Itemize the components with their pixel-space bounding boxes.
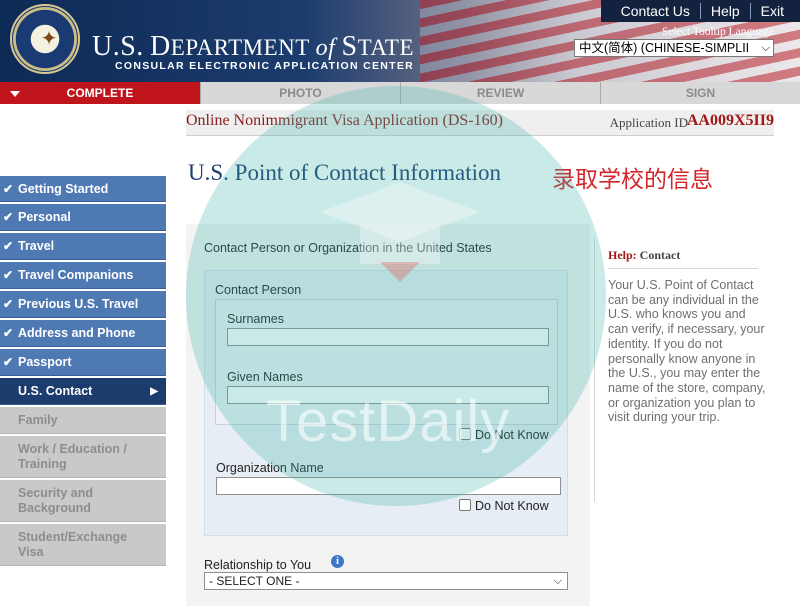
- tab-sign[interactable]: SIGN: [600, 82, 800, 104]
- do-not-know-label-contact: Do Not Know: [475, 428, 549, 442]
- contact-fieldset: Contact Person Surnames Given Names Do N…: [204, 270, 568, 536]
- site-header: ✦ U.S. DEPARTMENT of STATE CONSULAR ELEC…: [0, 0, 800, 82]
- department-seal-logo: ✦: [10, 4, 80, 74]
- application-id-value: AA009X5II9: [686, 112, 774, 129]
- checkmark-icon: ✔: [3, 268, 14, 282]
- tab-review[interactable]: REVIEW: [400, 82, 600, 104]
- organization-name-input[interactable]: [216, 477, 561, 495]
- triangle-down-icon: [10, 91, 20, 97]
- sidebar-item-us-contact[interactable]: U.S. Contact ▶: [0, 378, 166, 405]
- progress-tabs: COMPLETE PHOTO REVIEW SIGN: [0, 82, 800, 104]
- help-heading-prefix: Help:: [608, 248, 637, 262]
- page-title: U.S. Point of Contact Information: [188, 160, 502, 185]
- checkmark-icon: ✔: [3, 297, 14, 311]
- sidebar-item-label: Travel: [18, 239, 55, 253]
- surnames-label: Surnames: [227, 312, 284, 326]
- application-strip: Online Nonimmigrant Visa Application (DS…: [186, 110, 774, 136]
- sidebar-item-label: Security and Background: [18, 485, 94, 515]
- tab-complete[interactable]: COMPLETE: [0, 82, 200, 104]
- sidebar-item-passport[interactable]: ✔ Passport: [0, 349, 166, 376]
- sidebar-item-label: Getting Started: [18, 181, 109, 196]
- contact-person-label: Contact Person: [215, 283, 302, 297]
- tab-complete-label: COMPLETE: [66, 86, 134, 100]
- help-link[interactable]: Help: [699, 3, 750, 19]
- tooltip-language-label: Select Tooltip Language: [661, 26, 774, 38]
- checkmark-icon: ✔: [3, 239, 14, 253]
- given-names-label: Given Names: [227, 370, 303, 384]
- help-panel: Help: Contact Your U.S. Point of Contact…: [594, 238, 774, 502]
- contact-form-panel: Contact Person or Organization in the Un…: [186, 224, 590, 606]
- help-heading-topic: Contact: [639, 248, 681, 262]
- sidebar-item-label: Student/Exchange Visa: [18, 529, 128, 559]
- sidebar-item-security-and-background[interactable]: Security and Background: [0, 480, 166, 522]
- checkmark-icon: ✔: [3, 181, 14, 196]
- sidebar-item-label: U.S. Contact: [18, 384, 93, 398]
- sidebar-item-label: Family: [18, 413, 58, 427]
- sidebar-item-label: Personal: [18, 210, 71, 224]
- sidebar-item-student-exchange-visa[interactable]: Student/Exchange Visa: [0, 524, 166, 566]
- sidebar-item-travel[interactable]: ✔ Travel: [0, 233, 166, 260]
- department-subtitle: CONSULAR ELECTRONIC APPLICATION CENTER: [115, 60, 415, 72]
- relationship-label: Relationship to You: [204, 558, 312, 572]
- relationship-selected-value: - SELECT ONE -: [209, 574, 300, 588]
- given-names-input[interactable]: [227, 386, 549, 404]
- sidebar-item-address-and-phone[interactable]: ✔ Address and Phone: [0, 320, 166, 347]
- checkmark-icon: ✔: [3, 355, 14, 369]
- sidebar-item-work-education-training[interactable]: Work / Education / Training: [0, 436, 166, 478]
- department-title: U.S. DEPARTMENT of STATE: [92, 31, 414, 62]
- application-id-label: Application ID: [609, 115, 688, 130]
- sidebar-item-label: Address and Phone: [18, 326, 136, 340]
- do-not-know-checkbox-contact[interactable]: [459, 428, 471, 440]
- sidebar-nav: ✔ Getting Started ✔ Personal ✔ Travel ✔ …: [0, 176, 166, 568]
- chevron-down-icon: ⌵: [553, 575, 562, 587]
- checkmark-icon: ✔: [3, 326, 14, 340]
- sidebar-item-label: Passport: [18, 355, 72, 369]
- chevron-down-icon: ⌵: [761, 42, 770, 54]
- sidebar-item-previous-us-travel[interactable]: ✔ Previous U.S. Travel: [0, 291, 166, 318]
- language-selected-value: 中文(简体) (CHINESE-SIMPLII: [579, 41, 750, 55]
- sidebar-item-getting-started[interactable]: ✔ Getting Started: [0, 176, 166, 202]
- section-label: Contact Person or Organization in the Un…: [204, 241, 492, 255]
- do-not-know-label-organization: Do Not Know: [475, 499, 549, 513]
- sidebar-item-label: Work / Education / Training: [18, 441, 127, 471]
- sidebar-item-travel-companions[interactable]: ✔ Travel Companions: [0, 262, 166, 289]
- checkmark-icon: ✔: [3, 210, 14, 224]
- tooltip-language-select[interactable]: 中文(简体) (CHINESE-SIMPLII ⌵: [574, 39, 774, 57]
- tab-photo[interactable]: PHOTO: [200, 82, 400, 104]
- info-icon[interactable]: i: [331, 555, 344, 568]
- sidebar-item-label: Travel Companions: [18, 268, 134, 282]
- eagle-icon: ✦: [40, 28, 58, 50]
- sidebar-item-label: Previous U.S. Travel: [18, 297, 139, 311]
- help-heading: Help: Contact: [608, 248, 680, 263]
- organization-name-label: Organization Name: [216, 461, 324, 475]
- surnames-input[interactable]: [227, 328, 549, 346]
- do-not-know-checkbox-organization[interactable]: [459, 499, 471, 511]
- top-links: Contact Us Help Exit: [600, 0, 800, 22]
- contact-us-link[interactable]: Contact Us: [611, 3, 700, 19]
- help-divider: [608, 268, 758, 269]
- application-title: Online Nonimmigrant Visa Application (DS…: [186, 112, 503, 129]
- exit-link[interactable]: Exit: [749, 3, 794, 19]
- chinese-annotation: 录取学校的信息: [552, 166, 713, 192]
- chevron-right-icon: ▶: [150, 385, 158, 397]
- help-body-text: Your U.S. Point of Contact can be any in…: [608, 278, 766, 425]
- sidebar-item-family[interactable]: Family: [0, 407, 166, 434]
- contact-person-names-box: Surnames Given Names: [215, 299, 558, 425]
- relationship-select[interactable]: - SELECT ONE - ⌵: [204, 572, 568, 590]
- sidebar-item-personal[interactable]: ✔ Personal: [0, 204, 166, 231]
